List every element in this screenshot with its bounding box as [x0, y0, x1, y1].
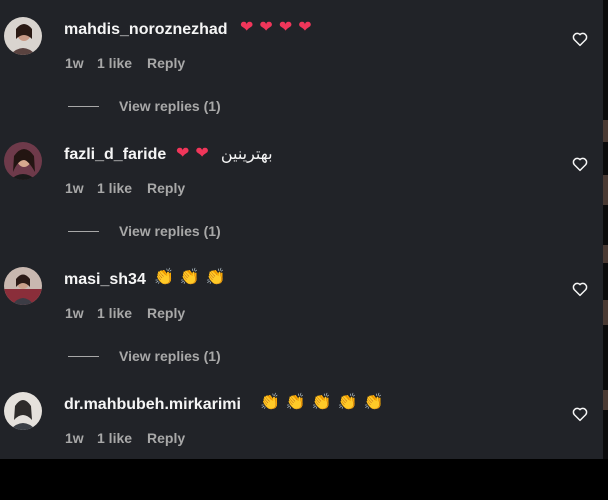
comment-likes[interactable]: 1 like — [97, 430, 147, 446]
comment-likes[interactable]: 1 like — [97, 55, 147, 71]
heart-outline-icon[interactable] — [571, 30, 589, 48]
comment-text: ❤ ❤ بهترینین — [176, 144, 273, 164]
view-replies-label: View replies (1) — [119, 98, 221, 114]
view-replies-button[interactable]: View replies (1) — [68, 98, 221, 114]
comment-username[interactable]: masi_sh34 — [64, 271, 146, 289]
clap-emoji: 👏 — [179, 269, 200, 286]
clap-emoji: 👏 — [285, 394, 306, 411]
comment-time: 1w — [65, 305, 84, 321]
clap-emoji: 👏 — [363, 394, 384, 411]
view-replies-label: View replies (1) — [119, 348, 221, 364]
avatar[interactable] — [4, 142, 42, 180]
comment-username[interactable]: dr.mahbubeh.mirkarimi — [64, 396, 241, 414]
heart-outline-icon[interactable] — [571, 405, 589, 423]
avatar[interactable] — [4, 392, 42, 430]
avatar[interactable] — [4, 267, 42, 305]
comment-item: mahdis_noroznezhad ❤ ❤ ❤ ❤ 1w 1 like Rep… — [0, 0, 603, 125]
heart-emoji: ❤ — [278, 19, 293, 36]
clap-emoji: 👏 — [260, 394, 280, 411]
comment-text: 👏 👏 👏 👏 👏 — [260, 394, 384, 412]
comment-time: 1w — [65, 180, 84, 196]
heart-emoji: ❤ — [195, 145, 209, 162]
comment-likes[interactable]: 1 like — [97, 180, 147, 196]
reply-button[interactable]: Reply — [147, 180, 185, 196]
comment-username[interactable]: mahdis_noroznezhad — [64, 21, 228, 39]
divider-line — [68, 355, 99, 357]
heart-emoji: ❤ — [176, 145, 190, 162]
avatar[interactable] — [4, 17, 42, 55]
comment-meta: 1w 1 like Reply — [65, 305, 185, 321]
heart-emoji: ❤ — [298, 19, 312, 36]
comment-meta: 1w 1 like Reply — [65, 180, 185, 196]
comment-text: 👏 👏 👏 — [154, 269, 226, 287]
comment-item: dr.mahbubeh.mirkarimi 👏 👏 👏 👏 👏 1w 1 lik… — [0, 375, 603, 500]
comments-panel: mahdis_noroznezhad ❤ ❤ ❤ ❤ 1w 1 like Rep… — [0, 0, 603, 459]
reply-button[interactable]: Reply — [147, 430, 185, 446]
comment-item: fazli_d_faride ❤ ❤ بهترینین 1w 1 like Re… — [0, 125, 603, 250]
comment-item: masi_sh34 👏 👏 👏 1w 1 like Reply View rep… — [0, 250, 603, 375]
comment-text: ❤ ❤ ❤ ❤ — [240, 19, 312, 37]
reply-button[interactable]: Reply — [147, 305, 185, 321]
comment-body: بهترینین — [220, 146, 273, 163]
clap-emoji: 👏 — [311, 394, 332, 411]
divider-line — [68, 105, 99, 107]
heart-emoji: ❤ — [259, 19, 273, 36]
heart-outline-icon[interactable] — [571, 280, 589, 298]
comment-time: 1w — [65, 430, 84, 446]
heart-outline-icon[interactable] — [571, 155, 589, 173]
comment-meta: 1w 1 like Reply — [65, 55, 185, 71]
clap-emoji: 👏 — [337, 394, 358, 411]
comment-meta: 1w 1 like Reply — [65, 430, 185, 446]
clap-emoji: 👏 — [205, 269, 226, 286]
view-replies-button[interactable]: View replies (1) — [68, 348, 221, 364]
heart-emoji: ❤ — [240, 19, 254, 36]
background-edge — [603, 0, 608, 459]
comment-likes[interactable]: 1 like — [97, 305, 147, 321]
view-replies-button[interactable]: View replies (1) — [68, 223, 221, 239]
divider-line — [68, 230, 99, 232]
view-replies-label: View replies (1) — [119, 223, 221, 239]
comment-time: 1w — [65, 55, 84, 71]
clap-emoji: 👏 — [154, 269, 174, 286]
reply-button[interactable]: Reply — [147, 55, 185, 71]
comment-username[interactable]: fazli_d_faride — [64, 146, 166, 164]
